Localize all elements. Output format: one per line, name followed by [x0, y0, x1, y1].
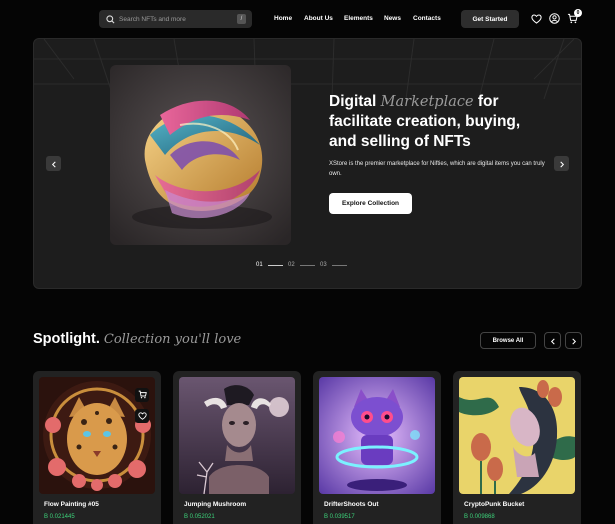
- pager-item-02[interactable]: 02: [288, 262, 295, 268]
- hero-artwork-image: [110, 65, 291, 245]
- explore-collection-button[interactable]: Explore Collection: [329, 193, 412, 214]
- search-shortcut-key: /: [237, 14, 246, 24]
- nft-card[interactable]: Jumping Mushroom B 0.052021: [173, 371, 301, 524]
- hero-next-button[interactable]: [554, 156, 569, 171]
- hero-title-italic: Marketplace: [380, 94, 474, 110]
- heart-icon: [137, 407, 147, 425]
- nav-about-us[interactable]: About Us: [304, 15, 333, 22]
- spotlight-prev-button[interactable]: [544, 332, 561, 349]
- pager-item-03[interactable]: 03: [320, 262, 327, 268]
- nft-image-floral-woman: [459, 377, 575, 494]
- hero-description: XStore is the premier marketplace for Ni…: [329, 161, 545, 177]
- nav-news[interactable]: News: [384, 15, 401, 22]
- cart-icon[interactable]: 0: [566, 9, 582, 25]
- spotlight-next-button[interactable]: [565, 332, 582, 349]
- get-started-button[interactable]: Get Started: [461, 10, 519, 28]
- hero-prev-button[interactable]: [46, 156, 61, 171]
- heart-icon[interactable]: [530, 12, 543, 25]
- nft-card[interactable]: DrifterShoots Out B 0.039517: [313, 371, 441, 524]
- chevron-left-icon: [51, 155, 57, 173]
- add-to-cart-button[interactable]: [135, 388, 149, 402]
- nft-card[interactable]: CryptoPunk Bucket B 0.009868: [453, 371, 581, 524]
- nft-price: B 0.052021: [184, 514, 215, 520]
- spotlight-subtitle: Collection you'll love: [103, 332, 242, 347]
- favorite-button[interactable]: [135, 409, 149, 423]
- browse-all-button[interactable]: Browse All: [480, 332, 536, 349]
- nav-home[interactable]: Home: [274, 15, 292, 22]
- nav-elements[interactable]: Elements: [344, 15, 373, 22]
- hero-title: Digital Marketplace for facilitate creat…: [329, 93, 521, 150]
- nft-name: DrifterShoots Out: [324, 501, 379, 508]
- nft-name: CryptoPunk Bucket: [464, 501, 525, 508]
- nft-price: B 0.009868: [464, 514, 495, 520]
- cart-icon: [138, 386, 147, 404]
- search-icon: [105, 14, 115, 24]
- chevron-right-icon: [559, 155, 565, 173]
- nft-image-robot-cat: [319, 377, 435, 494]
- nft-price: B 0.039517: [324, 514, 355, 520]
- nft-name: Jumping Mushroom: [184, 501, 247, 508]
- nft-name: Flow Painting #05: [44, 501, 99, 508]
- pager-item-01[interactable]: 01: [256, 262, 263, 268]
- nft-image-horned-man: [179, 377, 295, 494]
- search-input[interactable]: [119, 15, 229, 23]
- user-icon[interactable]: [548, 12, 561, 25]
- chevron-left-icon: [550, 332, 556, 350]
- cart-count-badge: 0: [574, 9, 582, 17]
- chevron-right-icon: [571, 332, 577, 350]
- search-bar[interactable]: /: [99, 10, 252, 28]
- hero-carousel: Digital Marketplace for facilitate creat…: [33, 38, 582, 289]
- nft-price: B 0.021445: [44, 514, 75, 520]
- nft-card[interactable]: Flow Painting #05 B 0.021445: [33, 371, 161, 524]
- nav-contacts[interactable]: Contacts: [413, 15, 441, 22]
- spotlight-heading: Spotlight. Collection you'll love: [33, 331, 242, 347]
